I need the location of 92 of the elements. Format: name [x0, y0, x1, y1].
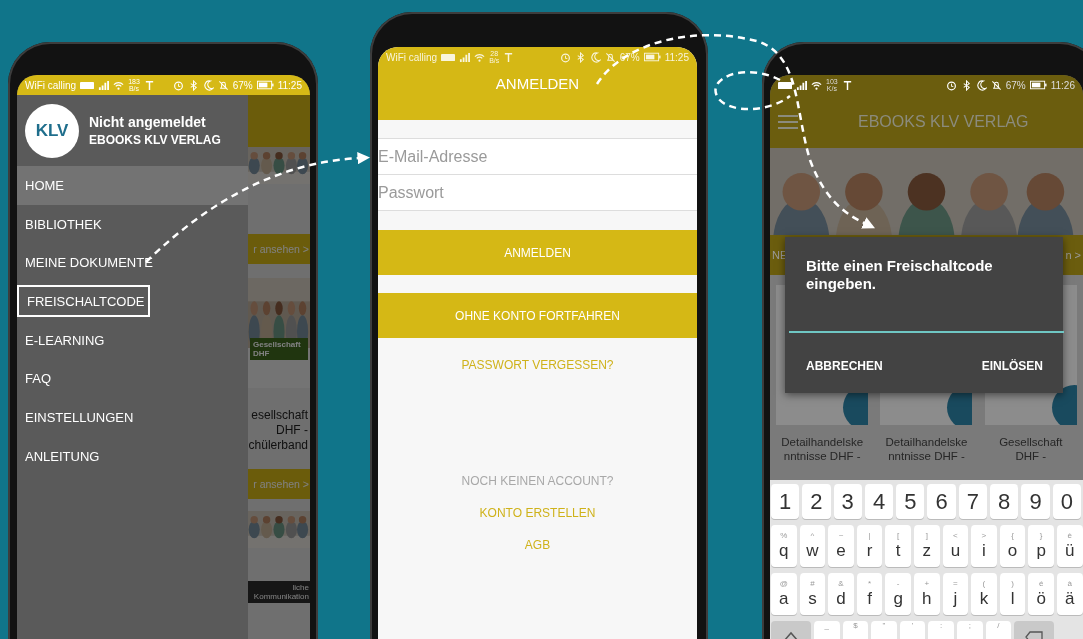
battery-percent: 67%	[619, 51, 640, 63]
badge-icon	[80, 80, 95, 90]
backspace-icon	[1025, 629, 1044, 639]
clock-time: 11:26	[1050, 79, 1075, 91]
bell-off-icon	[990, 79, 1002, 91]
keyboard-key[interactable]: { o	[999, 525, 1026, 567]
menu-item[interactable]: HOME	[17, 166, 248, 205]
signal-icon	[98, 79, 110, 91]
battery-icon	[643, 52, 661, 62]
keyboard-key[interactable]: & d	[828, 573, 854, 615]
keyboard-key[interactable]: [ t	[885, 525, 911, 567]
alarm-icon	[559, 51, 571, 63]
banner-text: liche Kommunikation	[248, 581, 310, 603]
keyboard-key[interactable]: % q	[771, 525, 797, 567]
menu-item[interactable]: MEINE DOKUMENTE	[17, 243, 248, 283]
keyboard-key[interactable]: > i	[971, 525, 997, 567]
menu-item[interactable]: FREISCHALTCODE	[17, 285, 150, 318]
shift-icon	[782, 629, 800, 639]
keyboard-key[interactable]: 9	[1021, 484, 1050, 519]
dialog-title: Bitte einen Freischaltcode eingeben.	[805, 256, 994, 293]
menu-item[interactable]: ANLEITUNG	[17, 436, 248, 476]
cover-label: Gesellschaft DHF	[250, 338, 308, 360]
keyboard-key[interactable]: é ö	[1028, 573, 1054, 615]
battery-percent: 67%	[232, 79, 253, 91]
keyboard-key[interactable]: } p	[1028, 525, 1054, 567]
badge-icon	[778, 80, 792, 90]
clock-time: 11:25	[664, 51, 689, 63]
keyboard-key[interactable]: 0	[1052, 484, 1081, 519]
wifi-icon	[811, 79, 822, 91]
keyboard-key[interactable]: @ a	[771, 573, 797, 615]
book-title: esellschaft DHF - chülerband	[248, 407, 309, 454]
battery-icon	[1029, 80, 1047, 90]
signal-icon	[459, 51, 471, 63]
menu-item[interactable]: EINSTELLUNGEN	[17, 398, 248, 437]
menu-item[interactable]: FAQ	[17, 359, 248, 399]
bell-off-icon	[217, 79, 229, 91]
alarm-icon	[172, 79, 184, 91]
redeem-button[interactable]: EINLÖSEN	[981, 355, 1043, 377]
moon-icon	[589, 51, 601, 63]
input-field[interactable]: Passwort	[378, 175, 697, 211]
account-status: Nicht angemeldet	[89, 114, 206, 130]
menu-item[interactable]: BIBLIOTHEK	[17, 204, 248, 244]
signal-icon	[796, 79, 807, 91]
antenna-icon	[503, 51, 515, 63]
antenna-icon	[841, 79, 853, 91]
keyboard-key[interactable]: - g	[885, 573, 911, 615]
moon-icon	[202, 79, 214, 91]
input-field[interactable]: E-Mail-Adresse	[378, 139, 697, 175]
keyboard-key[interactable]: ~ e	[828, 525, 854, 567]
battery-icon	[256, 80, 274, 90]
keyboard-key[interactable]: = j	[942, 573, 969, 615]
keyboard-key[interactable]: 1	[771, 484, 800, 519]
keyboard-key[interactable]: à ä	[1056, 573, 1083, 615]
status-text: WiFi calling	[386, 51, 438, 63]
battery-percent: 67%	[1005, 79, 1026, 91]
bell-off-icon	[604, 51, 616, 63]
antenna-icon	[143, 79, 155, 91]
keyboard-key[interactable]: è ü	[1056, 525, 1083, 567]
screen-title: ANMELDEN	[494, 75, 581, 92]
keyboard-key[interactable]: ] z	[913, 525, 940, 567]
menu-item[interactable]: E-LEARNING	[17, 320, 248, 360]
app-name: EBOOKS KLV VERLAG	[89, 133, 221, 147]
keyboard-key[interactable]: 4	[864, 484, 894, 519]
book-title: Detailhandelske nntnisse DHF -	[884, 435, 969, 464]
keyboard-key[interactable]: 7	[958, 484, 988, 519]
keyboard-key[interactable]: < u	[942, 525, 969, 567]
keyboard-key[interactable]: ) l	[999, 573, 1026, 615]
app-title: EBOOKS KLV VERLAG	[858, 112, 1029, 131]
book-title: Gesellschaft DHF -	[998, 435, 1064, 464]
book-title: Detailhandelske nntnisse DHF -	[780, 435, 865, 464]
keyboard-key[interactable]: + h	[913, 573, 940, 615]
keyboard-key[interactable]: 2	[802, 484, 831, 519]
keyboard-key[interactable]: 5	[896, 484, 925, 519]
wifi-icon	[113, 79, 125, 91]
keyboard-key[interactable]: 6	[927, 484, 956, 519]
alarm-icon	[945, 79, 957, 91]
keyboard-key[interactable]: # s	[799, 573, 826, 615]
no-account-text: NOCH KEINEN ACCOUNT?	[461, 474, 614, 488]
moon-icon	[975, 79, 987, 91]
keyboard-key[interactable]: * f	[856, 573, 883, 615]
menu-icon[interactable]	[778, 113, 798, 130]
keyboard-key[interactable]: ^ w	[799, 525, 826, 567]
cancel-button[interactable]: ABBRECHEN	[806, 355, 883, 377]
status-text: WiFi calling	[25, 79, 77, 91]
keyboard-key[interactable]: 3	[833, 484, 862, 519]
keyboard-key[interactable]: 8	[990, 484, 1019, 519]
keyboard-key[interactable]: ( k	[971, 573, 997, 615]
badge-icon	[441, 52, 456, 62]
logo: KLV	[25, 103, 79, 158]
wifi-icon	[474, 51, 486, 63]
keyboard-key[interactable]: | r	[856, 525, 883, 567]
clock-time: 11:25	[277, 79, 302, 91]
